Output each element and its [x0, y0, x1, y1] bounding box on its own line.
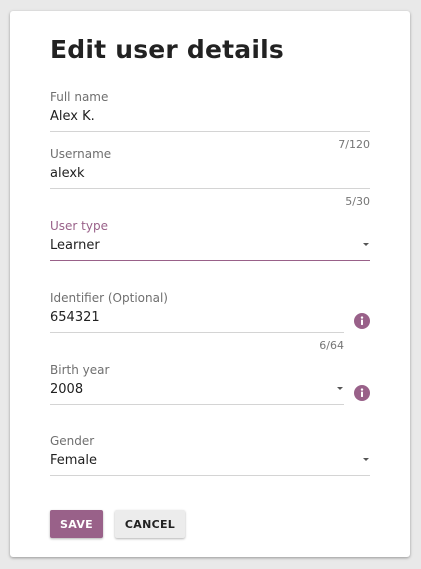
chevron-down-icon[interactable]	[363, 458, 369, 461]
identifier-input[interactable]: 654321	[50, 310, 100, 325]
identifier-counter: 6/64	[319, 339, 344, 352]
username-field[interactable]: Username alexk 5/30	[50, 147, 370, 209]
chevron-down-icon[interactable]	[337, 387, 343, 390]
info-icon[interactable]	[354, 385, 370, 401]
username-counter: 5/30	[345, 195, 370, 208]
username-underline	[50, 188, 370, 189]
birth-year-select[interactable]: Birth year 2008	[50, 363, 370, 407]
info-icon[interactable]	[354, 313, 370, 329]
gender-label: Gender	[50, 434, 95, 448]
identifier-field[interactable]: Identifier (Optional) 654321 6/64	[50, 291, 370, 353]
gender-value[interactable]: Female	[50, 453, 97, 468]
identifier-underline	[50, 332, 344, 333]
edit-user-dialog: Edit user details Full name Alex K. 7/12…	[10, 11, 410, 557]
user-type-select[interactable]: User type Learner	[50, 219, 370, 263]
user-type-value[interactable]: Learner	[50, 238, 100, 253]
save-button[interactable]: SAVE	[50, 510, 103, 538]
full-name-label: Full name	[50, 90, 109, 104]
full-name-field[interactable]: Full name Alex K. 7/120	[50, 90, 370, 152]
user-type-label: User type	[50, 219, 108, 233]
gender-underline	[50, 475, 370, 476]
full-name-input[interactable]: Alex K.	[50, 109, 95, 124]
chevron-down-icon[interactable]	[363, 243, 369, 246]
page-title: Edit user details	[50, 35, 284, 64]
cancel-button[interactable]: CANCEL	[115, 510, 185, 538]
birth-year-underline	[50, 404, 344, 405]
username-label: Username	[50, 147, 112, 161]
username-input[interactable]: alexk	[50, 166, 85, 181]
user-type-underline	[50, 260, 370, 261]
gender-select[interactable]: Gender Female	[50, 434, 370, 478]
full-name-underline	[50, 131, 370, 132]
birth-year-label: Birth year	[50, 363, 110, 377]
birth-year-value[interactable]: 2008	[50, 382, 83, 397]
identifier-label: Identifier (Optional)	[50, 291, 168, 305]
